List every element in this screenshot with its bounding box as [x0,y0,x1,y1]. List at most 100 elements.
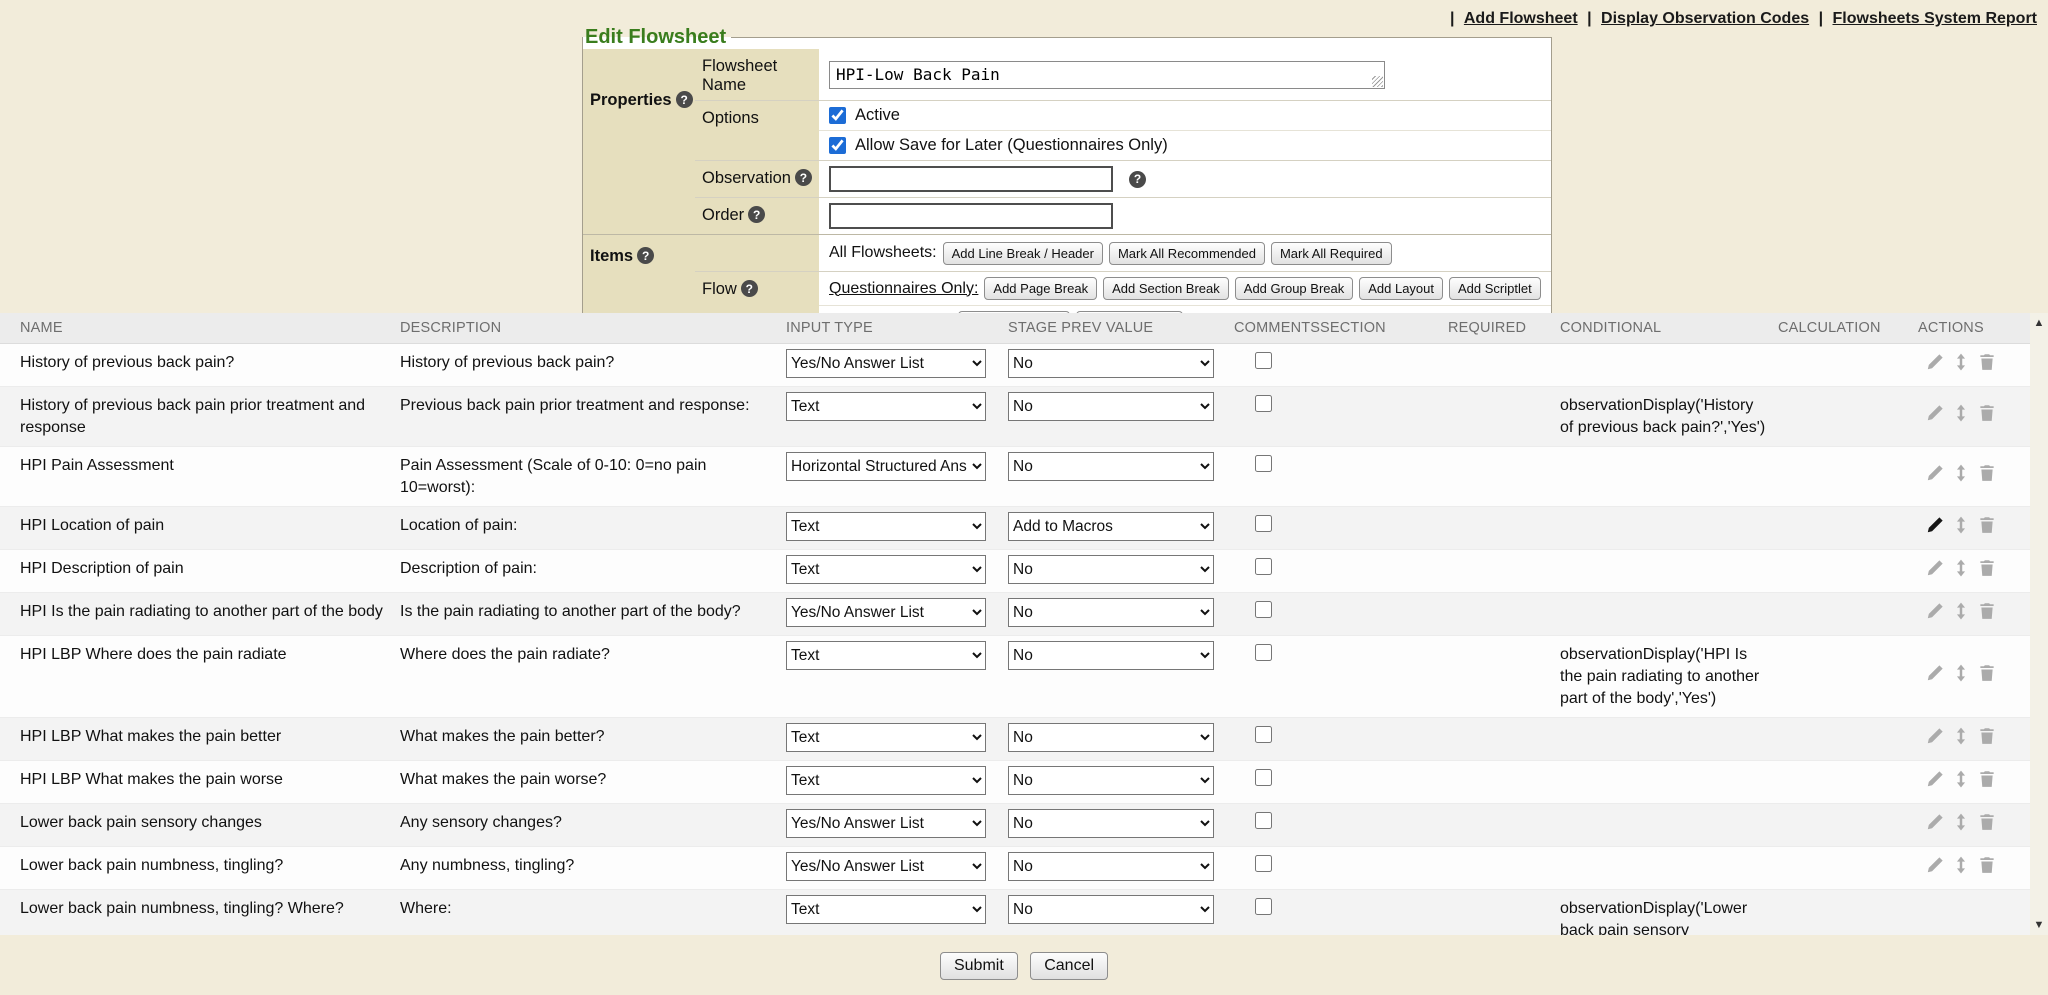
add-layout-button[interactable]: Add Layout [1359,277,1443,300]
flowsheets-system-report-link[interactable]: Flowsheets System Report [1833,10,2038,27]
edit-icon[interactable] [1926,770,1944,788]
edit-icon[interactable] [1926,404,1944,422]
add-group-break-button[interactable]: Add Group Break [1235,277,1353,300]
comments-checkbox[interactable] [1255,455,1272,472]
edit-icon[interactable] [1926,559,1944,577]
edit-icon[interactable] [1926,813,1944,831]
cancel-button[interactable]: Cancel [1030,952,1108,980]
scroll-down-icon[interactable] [2030,915,2048,935]
add-section-break-button[interactable]: Add Section Break [1103,277,1229,300]
comments-checkbox[interactable] [1255,395,1272,412]
edit-icon[interactable] [1926,856,1944,874]
add-flowsheet-link[interactable]: Add Flowsheet [1464,10,1578,27]
edit-icon[interactable] [1926,602,1944,620]
vertical-scrollbar[interactable] [2030,313,2048,935]
mark-all-recommended-button[interactable]: Mark All Recommended [1109,242,1265,265]
allow-save-for-later-checkbox[interactable] [829,137,846,154]
delete-icon[interactable] [1978,602,1996,620]
input-type-select[interactable]: Yes/No Answer List [786,852,986,881]
help-icon[interactable] [637,247,654,264]
move-icon[interactable] [1952,856,1970,874]
comments-checkbox[interactable] [1255,558,1272,575]
stage-prev-value-select[interactable]: No [1008,809,1214,838]
comments-checkbox[interactable] [1255,769,1272,786]
option-allow-save-for-later[interactable]: Allow Save for Later (Questionnaires Onl… [819,130,1551,160]
stage-prev-value-select[interactable]: Add to Macros [1008,512,1214,541]
stage-prev-value-select[interactable]: No [1008,452,1214,481]
edit-icon[interactable] [1926,353,1944,371]
delete-icon[interactable] [1978,813,1996,831]
edit-icon[interactable] [1926,664,1944,682]
help-icon[interactable] [748,206,765,223]
comments-checkbox[interactable] [1255,644,1272,661]
help-icon[interactable] [795,169,812,186]
delete-icon[interactable] [1978,404,1996,422]
comments-checkbox[interactable] [1255,515,1272,532]
move-icon[interactable] [1952,516,1970,534]
stage-prev-value-select[interactable]: No [1008,349,1214,378]
input-type-select[interactable]: Horizontal Structured Ans [786,452,986,481]
move-icon[interactable] [1952,602,1970,620]
input-type-select[interactable]: Text [786,392,986,421]
stage-prev-value-select[interactable]: No [1008,895,1214,924]
input-type-select[interactable]: Text [786,641,986,670]
submit-button[interactable]: Submit [940,952,1018,980]
comments-checkbox[interactable] [1255,352,1272,369]
stage-prev-value-select[interactable]: No [1008,392,1214,421]
input-type-select[interactable]: Text [786,766,986,795]
stage-prev-value-select[interactable]: No [1008,598,1214,627]
move-icon[interactable] [1952,559,1970,577]
add-page-break-button[interactable]: Add Page Break [984,277,1097,300]
comments-checkbox[interactable] [1255,898,1272,915]
move-icon[interactable] [1952,353,1970,371]
input-type-select[interactable]: Yes/No Answer List [786,349,986,378]
move-icon[interactable] [1952,664,1970,682]
delete-icon[interactable] [1978,770,1996,788]
stage-prev-value-select[interactable]: No [1008,852,1214,881]
move-icon[interactable] [1952,404,1970,422]
comments-checkbox[interactable] [1255,812,1272,829]
move-icon[interactable] [1952,813,1970,831]
input-type-select[interactable]: Text [786,723,986,752]
add-scriptlet-button[interactable]: Add Scriptlet [1449,277,1541,300]
delete-icon[interactable] [1978,353,1996,371]
stage-prev-value-select[interactable]: No [1008,766,1214,795]
input-type-select[interactable]: Yes/No Answer List [786,598,986,627]
observation-input[interactable] [829,166,1113,192]
comments-checkbox[interactable] [1255,855,1272,872]
stage-prev-value-select[interactable]: No [1008,723,1214,752]
help-icon[interactable] [741,280,758,297]
option-active[interactable]: Active [819,101,1551,130]
delete-icon[interactable] [1978,856,1996,874]
help-icon[interactable] [676,91,693,108]
delete-icon[interactable] [1978,727,1996,745]
input-type-select[interactable]: Yes/No Answer List [786,809,986,838]
resize-grip[interactable] [1372,76,1383,87]
table-row: HPI LBP Where does the pain radiateWhere… [0,636,2030,718]
active-checkbox[interactable] [829,107,846,124]
mark-all-required-button[interactable]: Mark All Required [1271,242,1392,265]
move-icon[interactable] [1952,727,1970,745]
stage-prev-value-select[interactable]: No [1008,555,1214,584]
delete-icon[interactable] [1978,516,1996,534]
input-type-select[interactable]: Text [786,555,986,584]
edit-icon[interactable] [1926,516,1944,534]
delete-icon[interactable] [1978,559,1996,577]
comments-checkbox[interactable] [1255,726,1272,743]
move-icon[interactable] [1952,464,1970,482]
move-icon[interactable] [1952,770,1970,788]
comments-checkbox[interactable] [1255,601,1272,618]
input-type-select[interactable]: Text [786,512,986,541]
stage-prev-value-select[interactable]: No [1008,641,1214,670]
help-icon[interactable] [1129,171,1146,188]
scroll-up-icon[interactable] [2030,313,2048,333]
flowsheet-name-input[interactable] [829,61,1385,89]
order-input[interactable] [829,203,1113,229]
delete-icon[interactable] [1978,664,1996,682]
edit-icon[interactable] [1926,727,1944,745]
display-observation-codes-link[interactable]: Display Observation Codes [1601,10,1809,27]
delete-icon[interactable] [1978,464,1996,482]
input-type-select[interactable]: Text [786,895,986,924]
edit-icon[interactable] [1926,464,1944,482]
add-line-break-header-button[interactable]: Add Line Break / Header [943,242,1103,265]
